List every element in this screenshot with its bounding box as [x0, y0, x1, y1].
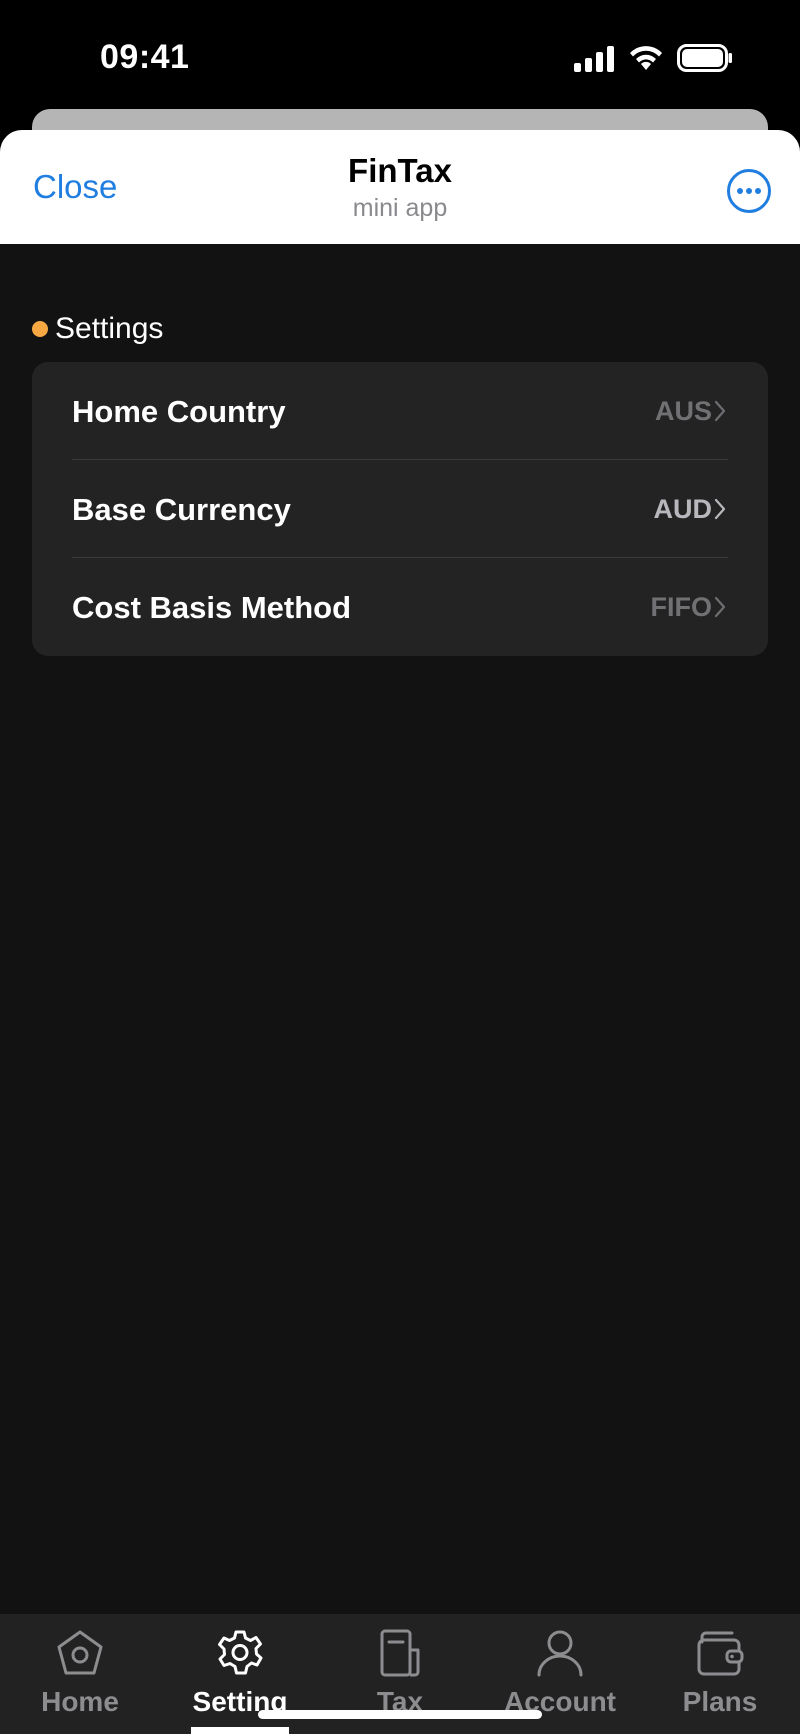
setting-row-cost-basis-method[interactable]: Cost Basis Method FIFO	[32, 558, 768, 656]
tab-home[interactable]: Home	[0, 1614, 160, 1734]
settings-card: Home Country AUS Base Currency AUD Cost …	[32, 362, 768, 656]
active-tab-indicator	[191, 1727, 289, 1734]
screen: 09:41 Close FinTax mini app Settings Hom…	[0, 0, 800, 1734]
chevron-right-icon	[714, 596, 726, 618]
chevron-right-icon	[714, 400, 726, 422]
wallet-icon	[697, 1631, 744, 1676]
wifi-icon	[630, 46, 662, 70]
setting-row-base-currency[interactable]: Base Currency AUD	[32, 460, 768, 558]
setting-value: AUS	[654, 396, 712, 426]
status-time: 09:41	[100, 38, 190, 76]
battery-icon	[677, 44, 732, 72]
section-title: Settings	[55, 312, 164, 345]
home-icon	[57, 1630, 103, 1675]
mini-app-header: Close FinTax mini app	[0, 130, 800, 244]
app-subtitle: mini app	[352, 194, 448, 222]
gear-icon	[218, 1630, 263, 1675]
setting-value: FIFO	[650, 592, 713, 622]
signal-icon	[574, 46, 614, 72]
tab-plans[interactable]: Plans	[640, 1614, 800, 1734]
setting-label: Cost Basis Method	[72, 590, 352, 625]
document-icon	[380, 1629, 420, 1677]
chevron-right-icon	[714, 498, 726, 520]
section-dot	[32, 321, 48, 337]
status-bar: 09:41	[0, 0, 800, 110]
app-title: FinTax	[348, 152, 452, 189]
home-indicator	[258, 1710, 542, 1719]
setting-label: Home Country	[72, 394, 286, 429]
user-icon	[537, 1630, 583, 1677]
setting-label: Base Currency	[72, 492, 291, 527]
setting-row-home-country[interactable]: Home Country AUS	[32, 362, 768, 460]
tab-label: Plans	[682, 1686, 758, 1717]
tab-label: Home	[41, 1686, 119, 1717]
content-area: Settings Home Country AUS Base Currency …	[0, 244, 800, 1614]
ellipsis-circle-icon[interactable]	[726, 168, 772, 214]
section-header: Settings	[32, 312, 163, 346]
setting-value: AUD	[653, 494, 713, 524]
